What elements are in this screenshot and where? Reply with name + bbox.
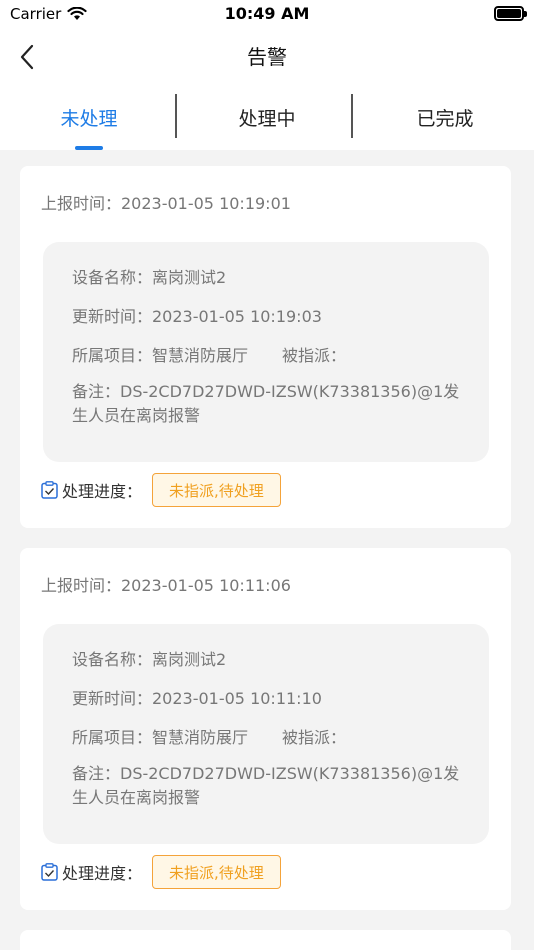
- tab-processing[interactable]: 处理中: [178, 84, 356, 150]
- status-bar: Carrier 10:49 AM: [0, 0, 534, 28]
- clipboard-icon: [41, 481, 58, 499]
- progress-label: 处理进度：: [62, 864, 143, 883]
- status-badge: 未指派,待处理: [152, 473, 281, 507]
- alert-card[interactable]: 上报时间：2023-01-05 10:19:01 设备名称：离岗测试2 更新时间…: [20, 166, 511, 528]
- status-time: 10:49 AM: [224, 4, 310, 23]
- progress-row: 处理进度： 未指派,待处理: [41, 473, 281, 507]
- device-name: 设备名称：离岗测试2: [72, 268, 227, 287]
- update-time: 更新时间：2023-01-05 10:19:03: [72, 307, 322, 326]
- tab-completed[interactable]: 已完成: [356, 84, 534, 150]
- alert-detail-box: 设备名称：离岗测试2 更新时间：2023-01-05 10:19:03 所属项目…: [43, 242, 489, 462]
- report-time: 上报时间：2023-01-05 10:11:06: [41, 576, 291, 595]
- alert-card[interactable]: [20, 930, 511, 950]
- tab-label: 未处理: [60, 108, 118, 130]
- tab-divider: [351, 94, 353, 138]
- status-badge: 未指派,待处理: [152, 855, 281, 889]
- report-time: 上报时间：2023-01-05 10:19:01: [41, 194, 291, 213]
- tab-bar: 未处理 处理中 已完成: [0, 84, 534, 150]
- page-title: 告警: [247, 45, 287, 69]
- battery-icon: [494, 6, 527, 21]
- clipboard-icon: [41, 863, 58, 881]
- tab-unprocessed[interactable]: 未处理: [0, 84, 178, 150]
- device-name: 设备名称：离岗测试2: [72, 650, 227, 669]
- remark: 备注：DS-2CD7D27DWD-IZSW(K73381356)@1发生人员在离…: [72, 382, 460, 425]
- remark: 备注：DS-2CD7D27DWD-IZSW(K73381356)@1发生人员在离…: [72, 764, 460, 807]
- tab-label: 已完成: [416, 108, 474, 130]
- tab-label: 处理中: [238, 108, 296, 130]
- progress-label: 处理进度：: [62, 482, 143, 501]
- assignee: 被指派：: [282, 346, 347, 365]
- nav-bar: 告警: [0, 28, 534, 84]
- progress-row: 处理进度： 未指派,待处理: [41, 855, 281, 889]
- tab-divider: [175, 94, 177, 138]
- tab-active-indicator: [75, 146, 103, 150]
- assignee: 被指派：: [282, 728, 347, 747]
- alert-card[interactable]: 上报时间：2023-01-05 10:11:06 设备名称：离岗测试2 更新时间…: [20, 548, 511, 910]
- alert-detail-box: 设备名称：离岗测试2 更新时间：2023-01-05 10:11:10 所属项目…: [43, 624, 489, 844]
- project-name: 所属项目：智慧消防展厅: [72, 728, 249, 747]
- update-time: 更新时间：2023-01-05 10:11:10: [72, 689, 322, 708]
- project-name: 所属项目：智慧消防展厅: [72, 346, 249, 365]
